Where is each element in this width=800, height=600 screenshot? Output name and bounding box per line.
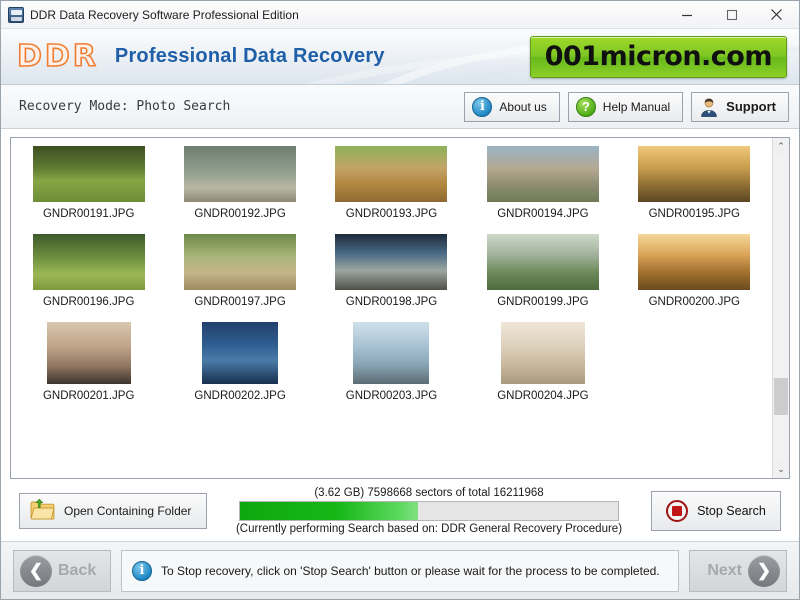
minimize-icon[interactable]	[664, 1, 709, 29]
thumbnail-image[interactable]	[335, 234, 447, 290]
recovery-mode-label: Recovery Mode: Photo Search	[19, 99, 230, 114]
thumbnail-filename: GNDR00193.JPG	[346, 208, 437, 220]
progress-row: Open Containing Folder (3.62 GB) 7598668…	[10, 479, 790, 541]
help-manual-button[interactable]: ? Help Manual	[568, 92, 683, 122]
open-folder-label: Open Containing Folder	[64, 504, 191, 518]
header-button-group: i About us ? Help Manual Support	[464, 92, 789, 122]
thumbnail-image[interactable]	[487, 146, 599, 202]
stop-icon	[666, 500, 688, 522]
content-area: GNDR00191.JPG GNDR00192.JPG GNDR00193.JPG G…	[1, 129, 799, 541]
support-label: Support	[726, 99, 776, 114]
application-window: DDR Data Recovery Software Professional …	[0, 0, 800, 600]
scroll-down-icon[interactable]: ⌄	[773, 461, 789, 478]
question-icon: ?	[576, 97, 596, 117]
open-containing-folder-button[interactable]: Open Containing Folder	[19, 493, 207, 529]
app-icon	[8, 7, 24, 23]
thumbnail-item[interactable]: GNDR00198.JPG	[316, 232, 467, 320]
thumbnail-image[interactable]	[638, 146, 750, 202]
next-label: Next	[707, 562, 742, 580]
mode-bar: Recovery Mode: Photo Search i About us ?…	[1, 85, 799, 129]
thumbnail-filename: GNDR00195.JPG	[649, 208, 740, 220]
help-manual-label: Help Manual	[603, 100, 670, 114]
thumbnail-item[interactable]: GNDR00202.JPG	[164, 320, 315, 408]
footer-bar: ❮ Back i To Stop recovery, click on 'Sto…	[1, 541, 799, 599]
progress-status-group: (3.62 GB) 7598668 sectors of total 16211…	[217, 487, 641, 535]
thumbnail-image[interactable]	[47, 322, 131, 384]
support-button[interactable]: Support	[691, 92, 789, 122]
status-message-box: i To Stop recovery, click on 'Stop Searc…	[121, 550, 679, 592]
thumbnail-filename: GNDR00202.JPG	[194, 390, 285, 402]
thumbnail-item[interactable]: GNDR00203.JPG	[316, 320, 467, 408]
micron-badge[interactable]: 001micron.com	[530, 36, 787, 78]
progress-bar-fill	[240, 502, 418, 520]
thumbnail-image[interactable]	[353, 322, 429, 384]
scrollbar-track[interactable]	[773, 155, 789, 461]
thumbnail-filename: GNDR00200.JPG	[649, 296, 740, 308]
info-icon: i	[132, 561, 152, 581]
thumbnail-filename: GNDR00199.JPG	[497, 296, 588, 308]
window-controls	[664, 1, 799, 29]
back-label: Back	[58, 562, 96, 580]
current-procedure-text: (Currently performing Search based on: D…	[236, 523, 622, 535]
thumbnail-filename: GNDR00196.JPG	[43, 296, 134, 308]
thumbnail-panel: GNDR00191.JPG GNDR00192.JPG GNDR00193.JPG G…	[10, 137, 790, 479]
vertical-scrollbar[interactable]: ⌃ ⌄	[772, 138, 789, 478]
thumbnail-image[interactable]	[487, 234, 599, 290]
back-button: ❮ Back	[13, 550, 111, 592]
thumbnail-image[interactable]	[501, 322, 585, 384]
ddr-logo: DDR	[17, 39, 99, 74]
thumbnail-image[interactable]	[202, 322, 278, 384]
scroll-up-icon[interactable]: ⌃	[773, 138, 789, 155]
thumbnail-image[interactable]	[335, 146, 447, 202]
title-bar: DDR Data Recovery Software Professional …	[1, 1, 799, 29]
stop-search-label: Stop Search	[697, 504, 766, 518]
status-message-text: To Stop recovery, click on 'Stop Search'…	[161, 564, 660, 578]
thumbnail-item[interactable]: GNDR00197.JPG	[164, 232, 315, 320]
window-title: DDR Data Recovery Software Professional …	[30, 8, 299, 22]
thumbnail-filename: GNDR00203.JPG	[346, 390, 437, 402]
thumbnail-filename: GNDR00191.JPG	[43, 208, 134, 220]
chevron-left-icon: ❮	[20, 555, 52, 587]
stop-search-button[interactable]: Stop Search	[651, 491, 781, 531]
maximize-icon[interactable]	[709, 1, 754, 29]
thumbnail-item[interactable]: GNDR00195.JPG	[619, 144, 770, 232]
thumbnail-filename: GNDR00192.JPG	[194, 208, 285, 220]
thumbnail-filename: GNDR00204.JPG	[497, 390, 588, 402]
thumbnail-filename: GNDR00194.JPG	[497, 208, 588, 220]
thumbnail-item[interactable]: GNDR00194.JPG	[467, 144, 618, 232]
brand-tagline: Professional Data Recovery	[115, 45, 385, 68]
search-progress-bar	[239, 501, 619, 521]
thumbnail-item[interactable]: GNDR00192.JPG	[164, 144, 315, 232]
thumbnail-filename: GNDR00198.JPG	[346, 296, 437, 308]
thumbnail-item[interactable]: GNDR00199.JPG	[467, 232, 618, 320]
next-button: Next ❯	[689, 550, 787, 592]
thumbnail-image[interactable]	[184, 234, 296, 290]
about-us-label: About us	[499, 100, 546, 114]
chevron-right-icon: ❯	[748, 555, 780, 587]
thumbnail-grid[interactable]: GNDR00191.JPG GNDR00192.JPG GNDR00193.JPG G…	[11, 138, 772, 478]
thumbnail-filename: GNDR00201.JPG	[43, 390, 134, 402]
thumbnail-image[interactable]	[184, 146, 296, 202]
folder-up-icon	[30, 499, 56, 524]
close-icon[interactable]	[754, 1, 799, 29]
person-icon	[699, 97, 719, 117]
thumbnail-filename: GNDR00197.JPG	[194, 296, 285, 308]
thumbnail-image[interactable]	[33, 234, 145, 290]
info-icon: i	[472, 97, 492, 117]
thumbnail-item[interactable]: GNDR00201.JPG	[13, 320, 164, 408]
thumbnail-item[interactable]: GNDR00200.JPG	[619, 232, 770, 320]
scrollbar-thumb[interactable]	[774, 378, 788, 415]
thumbnail-image[interactable]	[33, 146, 145, 202]
thumbnail-item[interactable]: GNDR00191.JPG	[13, 144, 164, 232]
thumbnail-item[interactable]: GNDR00204.JPG	[467, 320, 618, 408]
brand-header: DDR Professional Data Recovery 001micron…	[1, 29, 799, 85]
about-us-button[interactable]: i About us	[464, 92, 559, 122]
thumbnail-item[interactable]: GNDR00196.JPG	[13, 232, 164, 320]
sectors-status-text: (3.62 GB) 7598668 sectors of total 16211…	[314, 487, 543, 499]
thumbnail-image[interactable]	[638, 234, 750, 290]
thumbnail-item[interactable]: GNDR00193.JPG	[316, 144, 467, 232]
